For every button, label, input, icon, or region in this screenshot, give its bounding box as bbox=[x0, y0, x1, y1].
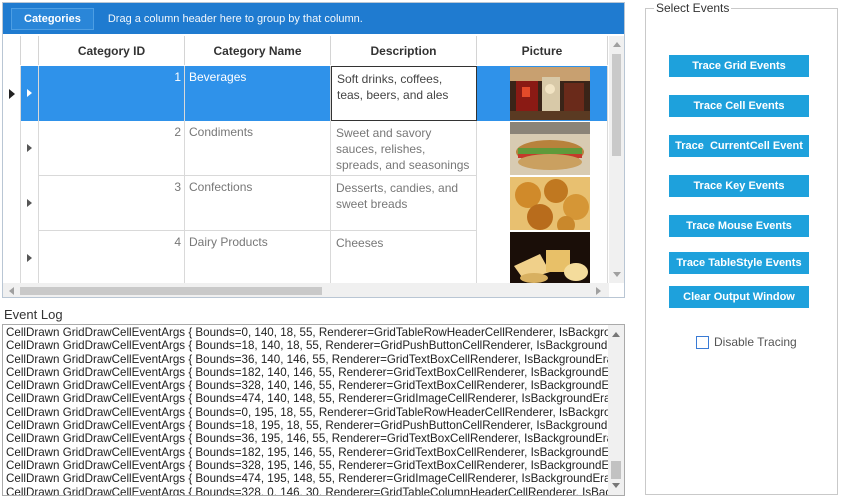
column-header-row: Category ID Category Name Description Pi… bbox=[3, 36, 608, 65]
scroll-right-icon[interactable] bbox=[596, 287, 601, 295]
scroll-down-icon[interactable] bbox=[612, 483, 620, 488]
cell-description-editing[interactable]: Soft drinks, coffees, teas, beers, and a… bbox=[331, 66, 477, 121]
scroll-up-icon[interactable] bbox=[613, 42, 621, 47]
categories-grid[interactable]: Categories Drag a column header here to … bbox=[2, 2, 625, 298]
column-header-picture[interactable]: Picture bbox=[477, 36, 608, 65]
disable-tracing-checkbox[interactable] bbox=[696, 335, 709, 349]
log-line: CellDrawn GridDrawCellEventArgs { Bounds… bbox=[6, 445, 610, 459]
grid-vertical-scrollbar[interactable] bbox=[609, 36, 624, 283]
trace-key-events-button[interactable]: Trace Key Events bbox=[669, 175, 809, 197]
log-line: CellDrawn GridDrawCellEventArgs { Bounds… bbox=[6, 379, 610, 393]
grid-body: Category ID Category Name Description Pi… bbox=[3, 36, 608, 283]
log-line: CellDrawn GridDrawCellEventArgs { Bounds… bbox=[6, 352, 610, 366]
select-events-group: Select Events Trace Grid Events Trace Ce… bbox=[645, 1, 838, 495]
trace-tablestyle-events-button[interactable]: Trace TableStyle Events bbox=[669, 252, 809, 274]
cell-category-id[interactable]: 4 bbox=[39, 231, 185, 283]
row-header[interactable] bbox=[3, 176, 21, 231]
log-line: CellDrawn GridDrawCellEventArgs { Bounds… bbox=[6, 432, 610, 446]
log-line: CellDrawn GridDrawCellEventArgs { Bounds… bbox=[6, 419, 610, 433]
cell-category-name[interactable]: Dairy Products bbox=[185, 231, 331, 283]
column-header-category-id[interactable]: Category ID bbox=[39, 36, 185, 65]
log-line: CellDrawn GridDrawCellEventArgs { Bounds… bbox=[6, 472, 610, 486]
log-line: CellDrawn GridDrawCellEventArgs { Bounds… bbox=[6, 405, 610, 419]
cell-category-name[interactable]: Beverages bbox=[185, 66, 331, 121]
log-line: CellDrawn GridDrawCellEventArgs { Bounds… bbox=[6, 485, 610, 496]
trace-cell-events-button[interactable]: Trace Cell Events bbox=[669, 95, 809, 117]
trace-mouse-events-button[interactable]: Trace Mouse Events bbox=[669, 215, 809, 237]
log-line: CellDrawn GridDrawCellEventArgs { Bounds… bbox=[6, 458, 610, 472]
group-hint-text: Drag a column header here to group by th… bbox=[107, 12, 363, 25]
row-header[interactable] bbox=[3, 66, 21, 121]
beverages-image bbox=[510, 67, 590, 120]
trace-grid-events-button[interactable]: Trace Grid Events bbox=[669, 55, 809, 77]
condiments-image bbox=[510, 122, 590, 175]
column-header-description[interactable]: Description bbox=[331, 36, 477, 65]
cell-description[interactable]: Cheeses bbox=[331, 231, 477, 283]
select-events-legend: Select Events bbox=[654, 1, 732, 15]
row-header[interactable] bbox=[3, 231, 21, 283]
table-row[interactable]: 3 Confections Desserts, candies, and swe… bbox=[3, 176, 608, 231]
cell-description[interactable]: Sweet and savory sauces, relishes, sprea… bbox=[331, 121, 477, 176]
group-chip-categories[interactable]: Categories bbox=[11, 7, 94, 30]
row-header-corner bbox=[3, 36, 21, 65]
expand-triangle-icon bbox=[27, 144, 32, 152]
table-row[interactable]: 4 Dairy Products Cheeses bbox=[3, 231, 608, 283]
row-header[interactable] bbox=[3, 121, 21, 176]
scroll-left-icon[interactable] bbox=[9, 287, 14, 295]
clear-output-window-button[interactable]: Clear Output Window bbox=[669, 286, 809, 308]
cell-description[interactable]: Desserts, candies, and sweet breads bbox=[331, 176, 477, 231]
column-header-category-name[interactable]: Category Name bbox=[185, 36, 331, 65]
dairy-image bbox=[510, 232, 590, 283]
row-expand-button[interactable] bbox=[21, 66, 39, 121]
cell-category-name[interactable]: Condiments bbox=[185, 121, 331, 176]
confections-image bbox=[510, 177, 590, 230]
cell-picture[interactable] bbox=[477, 66, 608, 121]
group-drop-area[interactable]: Categories Drag a column header here to … bbox=[3, 3, 624, 34]
row-expand-button[interactable] bbox=[21, 121, 39, 176]
disable-tracing-option[interactable]: Disable Tracing bbox=[696, 335, 797, 349]
cell-category-id[interactable]: 3 bbox=[39, 176, 185, 231]
expand-triangle-icon bbox=[27, 89, 32, 97]
log-line: CellDrawn GridDrawCellEventArgs { Bounds… bbox=[6, 339, 610, 353]
log-line: CellDrawn GridDrawCellEventArgs { Bounds… bbox=[6, 326, 610, 339]
grid-horizontal-scrollbar[interactable] bbox=[3, 283, 609, 297]
cell-picture[interactable] bbox=[477, 176, 608, 231]
scroll-up-icon[interactable] bbox=[612, 332, 620, 337]
table-row[interactable]: 1 Beverages Soft drinks, coffees, teas, … bbox=[3, 66, 608, 121]
cell-category-id[interactable]: 1 bbox=[39, 66, 185, 121]
scroll-down-icon[interactable] bbox=[613, 272, 621, 277]
current-row-arrow-icon bbox=[9, 89, 15, 99]
scroll-thumb[interactable] bbox=[612, 54, 621, 156]
cell-category-name[interactable]: Confections bbox=[185, 176, 331, 231]
disable-tracing-label[interactable]: Disable Tracing bbox=[714, 335, 797, 349]
cell-category-id[interactable]: 2 bbox=[39, 121, 185, 176]
scroll-thumb[interactable] bbox=[611, 461, 621, 479]
log-vertical-scrollbar[interactable] bbox=[608, 325, 624, 495]
log-line: CellDrawn GridDrawCellEventArgs { Bounds… bbox=[6, 392, 610, 406]
table-row[interactable]: 2 Condiments Sweet and savory sauces, re… bbox=[3, 121, 608, 176]
event-log-textbox[interactable]: CellDrawn GridDrawCellEventArgs { Bounds… bbox=[2, 324, 625, 496]
cell-picture[interactable] bbox=[477, 231, 608, 283]
cell-picture[interactable] bbox=[477, 121, 608, 176]
button-column-header bbox=[21, 36, 39, 65]
scroll-thumb[interactable] bbox=[20, 287, 322, 295]
log-line: CellDrawn GridDrawCellEventArgs { Bounds… bbox=[6, 365, 610, 379]
event-log-title: Event Log bbox=[4, 307, 63, 322]
expand-triangle-icon bbox=[27, 254, 32, 262]
trace-currentcell-event-button[interactable]: Trace CurrentCell Event bbox=[669, 135, 809, 157]
expand-triangle-icon bbox=[27, 199, 32, 207]
event-log-lines: CellDrawn GridDrawCellEventArgs { Bounds… bbox=[6, 326, 610, 496]
row-expand-button[interactable] bbox=[21, 176, 39, 231]
row-expand-button[interactable] bbox=[21, 231, 39, 283]
